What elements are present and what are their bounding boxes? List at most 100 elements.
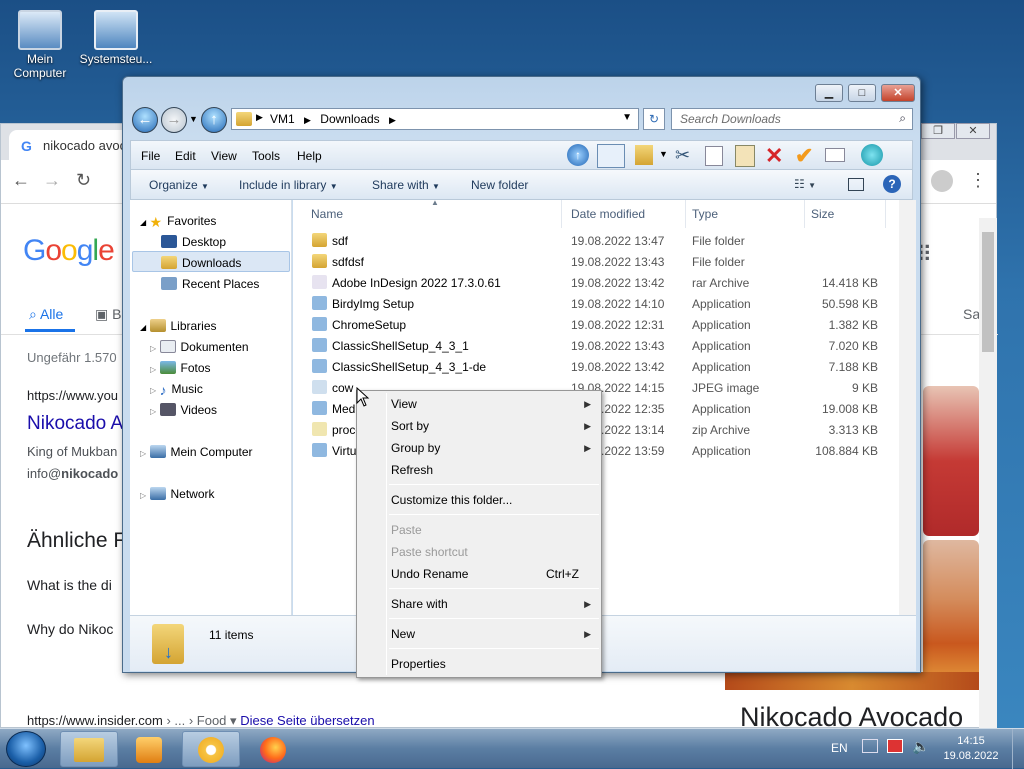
dropdown-icon[interactable]: ▼ [659,149,668,159]
desktop-icon-computer[interactable]: Mein Computer [0,10,80,80]
result-url-2[interactable]: https://www.insider.com › ... › Food ▾ D… [27,713,375,729]
file-row[interactable]: sdf 19.08.2022 13:47 File folder [293,230,893,251]
file-row[interactable]: ChromeSetup 19.08.2022 12:31 Application 1.… [293,314,893,335]
column-header-size[interactable]: Size [811,207,834,221]
nav-recent[interactable]: Recent Places [161,277,259,291]
menu-item-undo-rename[interactable]: Undo Rename [391,567,468,581]
search-tab-all[interactable]: ⌕ Alle [29,306,63,323]
scroll-thumb[interactable] [982,232,994,352]
result-url[interactable]: https://www.you [27,388,118,403]
file-list-scrollbar[interactable] [899,200,916,615]
back-button[interactable]: ← [132,107,158,133]
share-with-button[interactable]: Share with ▼ [372,178,440,192]
action-center-icon[interactable] [862,739,878,753]
nav-desktop[interactable]: Desktop [161,235,226,249]
related-question[interactable]: What is the di [27,577,112,593]
chrome-restore-button[interactable]: ❐ [921,123,955,139]
preview-pane-icon[interactable] [597,144,625,168]
menu-edit[interactable]: Edit [175,149,196,163]
file-row[interactable]: ClassicShellSetup_4_3_1-de 19.08.2022 13:… [293,356,893,377]
column-header-type[interactable]: Type [692,207,718,221]
classic-shell-icon[interactable] [861,144,883,166]
file-row[interactable]: ClassicShellSetup_4_3_1 19.08.2022 13:43 A… [293,335,893,356]
volume-icon[interactable]: 🔈 [912,738,929,755]
nav-downloads[interactable]: Downloads [161,256,241,270]
chrome-tab[interactable]: G nikocado avoca [9,130,131,160]
nav-network[interactable]: ▷ Network [140,487,215,501]
organize-button[interactable]: Organize ▼ [149,178,209,192]
address-bar[interactable]: ▶ VM1 ▶ Downloads ▶ ▼ [231,108,639,130]
refresh-icon[interactable]: ↻ [643,108,665,130]
menu-item-share-with[interactable]: Share with [391,597,448,611]
folder-options-icon[interactable] [635,145,653,165]
up-icon[interactable]: ↑ [567,144,589,166]
column-separator[interactable] [885,200,886,228]
start-button[interactable] [6,731,46,767]
menu-view[interactable]: View [211,149,237,163]
help-icon[interactable]: ? [883,175,901,193]
menu-item-properties[interactable]: Properties [391,657,446,671]
search-icon[interactable]: ⌕ [899,111,906,126]
new-folder-button[interactable]: New folder [471,178,528,192]
menu-file[interactable]: File [141,149,160,163]
file-row[interactable]: sdfdsf 19.08.2022 13:43 File folder [293,251,893,272]
maximize-button[interactable]: □ [848,84,876,102]
nav-computer[interactable]: ▷ Mein Computer [140,445,253,459]
knowledge-image-1[interactable] [923,386,979,536]
show-desktop-button[interactable] [1012,729,1024,769]
menu-item-view[interactable]: View [391,397,417,411]
menu-item-customize[interactable]: Customize this folder... [391,493,512,507]
cut-icon[interactable]: ✂ [675,145,690,166]
preview-pane-toggle-icon[interactable] [848,178,864,191]
copy-icon[interactable] [705,146,723,166]
menu-icon[interactable]: ⋮ [969,170,987,191]
properties-icon[interactable] [825,148,845,162]
desktop-icon-control-panel[interactable]: Systemsteu... [76,10,156,66]
reload-icon[interactable]: ↻ [76,170,91,191]
forward-button[interactable]: → [161,107,187,133]
back-icon[interactable]: ← [12,170,30,191]
column-separator[interactable] [804,200,805,228]
address-dropdown-icon[interactable]: ▼ [622,112,632,123]
taskbar-chrome[interactable] [182,731,240,767]
include-library-button[interactable]: Include in library ▼ [239,178,338,192]
menu-item-refresh[interactable]: Refresh [391,463,433,477]
google-logo[interactable]: Google [23,234,115,268]
checkmark-icon[interactable]: ✔ [795,143,813,169]
menu-item-group-by[interactable]: Group by [391,441,440,455]
breadcrumb-arrow-icon[interactable]: ▶ [389,115,396,125]
paste-icon[interactable] [735,145,755,167]
menu-item-sort-by[interactable]: Sort by [391,419,429,433]
nav-videos[interactable]: ▷ Videos [150,403,217,417]
search-tab-right[interactable]: Sa [963,306,980,322]
file-row[interactable]: Adobe InDesign 2022 17.3.0.61 19.08.2022 … [293,272,893,293]
language-indicator[interactable]: EN [831,741,848,755]
taskbar-firefox[interactable] [244,731,302,767]
menu-tools[interactable]: Tools [252,149,280,163]
menu-help[interactable]: Help [297,149,322,163]
view-options-icon[interactable]: ☷ ▼ [794,177,816,191]
network-status-icon[interactable] [887,739,903,753]
menu-item-paste-shortcut[interactable]: Paste shortcut [391,545,468,559]
breadcrumb-arrow-icon[interactable]: ▶ [256,112,263,123]
nav-music[interactable]: ▷ ♪ Music [150,382,203,398]
nav-dokumente[interactable]: ▷ Dokumenten [150,340,249,354]
search-tab-b[interactable]: ▣ B [95,306,121,323]
column-separator[interactable] [685,200,686,228]
column-header-name[interactable]: Name [311,207,343,221]
knowledge-image-2[interactable] [923,540,979,688]
column-header-date[interactable]: Date modified [571,207,645,221]
breadcrumb-vm1[interactable]: VM1 [270,112,295,126]
clock[interactable]: 14:15 19.08.2022 [940,734,1002,764]
translate-link[interactable]: Diese Seite übersetzen [240,713,374,728]
nav-libraries[interactable]: ◢ Libraries [140,319,217,333]
close-button[interactable]: ✕ [881,84,915,102]
search-input[interactable]: Search Downloads ⌕ [671,108,913,130]
recent-pages-icon[interactable]: ▼ [189,114,198,124]
forward-icon[interactable]: → [43,170,61,191]
result-title[interactable]: Nikocado A [27,413,123,435]
taskbar-media-player[interactable] [120,731,178,767]
column-separator[interactable] [561,200,562,228]
breadcrumb-arrow-icon[interactable]: ▶ [304,115,311,125]
nav-favorites[interactable]: ◢ ★ Favorites [140,214,216,230]
